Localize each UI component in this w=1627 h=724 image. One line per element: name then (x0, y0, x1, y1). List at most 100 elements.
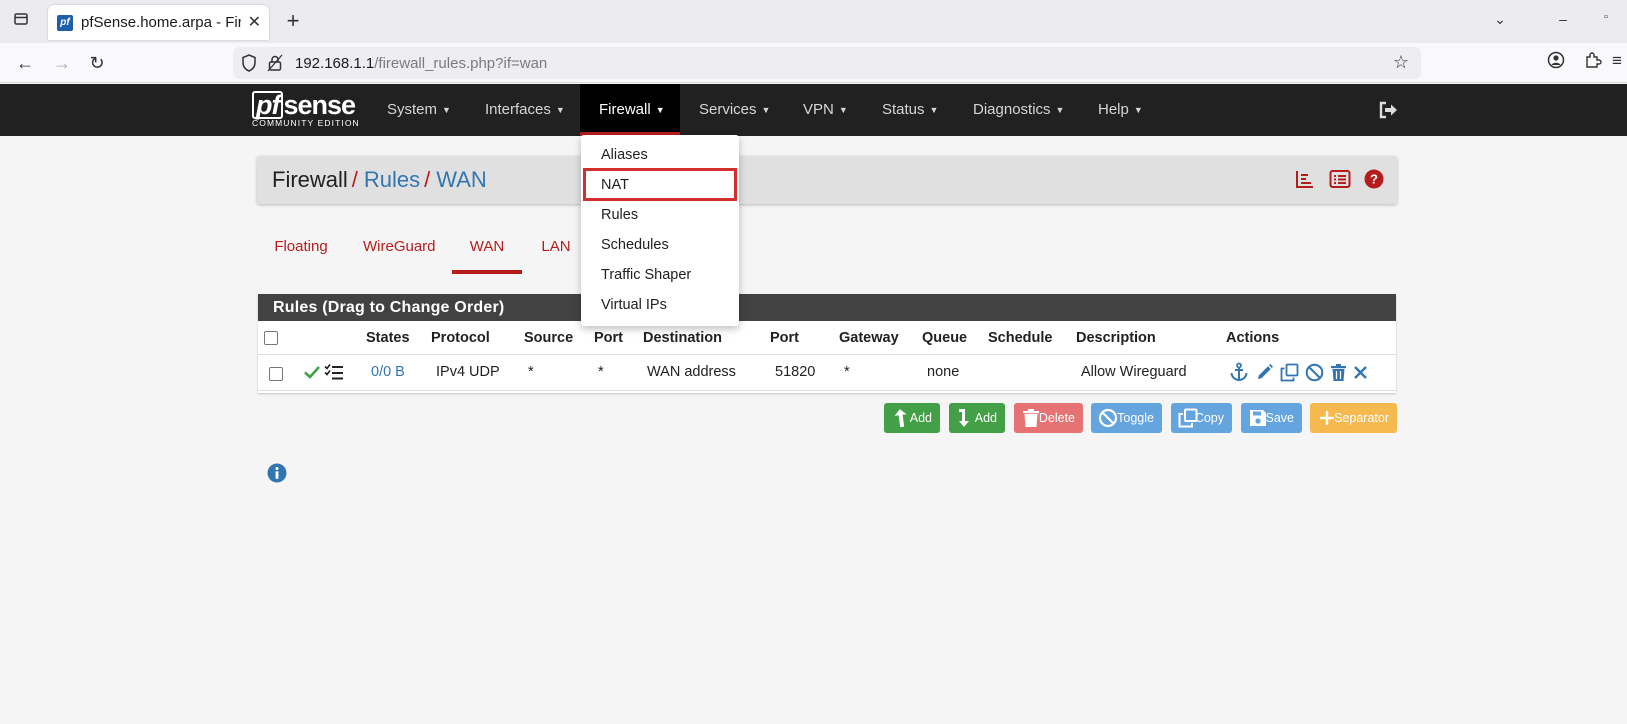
arrow-down-turn-icon (956, 408, 976, 428)
caret-down-icon: ▼ (555, 105, 565, 115)
menu-interfaces[interactable]: Interfaces ▼ (485, 84, 565, 136)
breadcrumb-wan-link[interactable]: WAN (436, 167, 487, 192)
tab-floating[interactable]: Floating (273, 230, 329, 274)
menu-item-rules[interactable]: Rules (581, 200, 739, 230)
menu-label: Firewall (599, 101, 651, 118)
pass-check-icon[interactable] (303, 364, 321, 384)
page-title: Firewall / Rules / WAN (272, 167, 487, 193)
menu-item-virtual-ips[interactable]: Virtual IPs (581, 290, 739, 320)
row-select-checkbox[interactable] (269, 367, 283, 381)
logout-icon[interactable] (1377, 99, 1399, 121)
bookmark-star-icon[interactable]: ☆ (1393, 52, 1409, 73)
column-header-protocol[interactable]: Protocol (431, 330, 490, 346)
menu-services[interactable]: Services ▼ (699, 84, 770, 136)
table-header: States Protocol Source Port Destination … (258, 321, 1396, 355)
logo-edition: COMMUNITY EDITION (252, 118, 360, 128)
caret-down-icon: ▼ (655, 105, 665, 115)
table-row[interactable]: 0/0 B IPv4 UDP * * WAN address 51820 * n… (258, 355, 1396, 391)
back-arrow-icon[interactable]: ← (13, 51, 37, 75)
description-cell: Allow Wireguard (1081, 364, 1187, 380)
menu-diagnostics[interactable]: Diagnostics ▼ (973, 84, 1064, 136)
add-bottom-label: Add (974, 411, 997, 425)
svg-text:?: ? (1370, 172, 1378, 187)
account-icon[interactable] (1545, 51, 1567, 74)
edit-pencil-icon[interactable] (1255, 363, 1274, 386)
browser-tab-active[interactable]: pf pfSense.home.arpa - Firewall: Rules: … (48, 5, 269, 40)
menu-system[interactable]: System ▼ (387, 84, 451, 136)
url-text[interactable]: 192.168.1.1/firewall_rules.php?if=wan (295, 55, 547, 72)
menu-label: VPN (803, 101, 834, 118)
menu-help[interactable]: Help ▼ (1098, 84, 1143, 136)
breadcrumb: Firewall / Rules / WAN ? (257, 156, 1397, 204)
add-top-button[interactable]: Add (884, 403, 940, 433)
address-bar[interactable]: 192.168.1.1/firewall_rules.php?if=wan ☆ (233, 47, 1421, 79)
tab-lan[interactable]: LAN (540, 230, 572, 274)
column-header-gateway[interactable]: Gateway (839, 330, 899, 346)
arrow-up-turn-icon (891, 408, 911, 428)
app-menu-icon[interactable]: ≡ (1606, 51, 1627, 71)
forward-arrow-icon[interactable]: → (50, 51, 74, 75)
select-all-checkbox[interactable] (264, 331, 278, 345)
breadcrumb-actions: ? (1286, 169, 1384, 191)
column-header-states[interactable]: States (366, 330, 410, 346)
source-cell: * (528, 364, 534, 380)
pfsense-favicon-icon: pf (57, 15, 73, 31)
column-header-source-port[interactable]: Port (594, 330, 623, 346)
tasks-list-icon[interactable] (324, 363, 344, 385)
column-header-source[interactable]: Source (524, 330, 573, 346)
gateway-cell: * (844, 364, 850, 380)
tab-close-icon[interactable]: ✕ (248, 12, 261, 32)
clone-icon[interactable] (1280, 363, 1299, 386)
caret-down-icon: ▼ (1133, 105, 1143, 115)
column-header-schedule[interactable]: Schedule (988, 330, 1052, 346)
toggle-button[interactable]: Toggle (1091, 403, 1162, 433)
reload-icon[interactable]: ↻ (85, 51, 109, 75)
menu-item-traffic-shaper[interactable]: Traffic Shaper (581, 260, 739, 290)
delete-x-icon[interactable] (1353, 364, 1368, 385)
menu-vpn[interactable]: VPN ▼ (803, 84, 848, 136)
list-icon[interactable] (1329, 169, 1351, 194)
copy-button[interactable]: Copy (1171, 403, 1232, 433)
info-icon[interactable] (267, 463, 287, 483)
menu-item-schedules[interactable]: Schedules (581, 230, 739, 260)
column-header-queue[interactable]: Queue (922, 330, 967, 346)
logo-sense: sense (283, 90, 356, 120)
queue-cell: none (927, 364, 960, 380)
states-link[interactable]: 0/0 B (371, 364, 405, 380)
delete-button[interactable]: Delete (1014, 403, 1083, 433)
maximize-icon[interactable]: ▫ (1596, 11, 1616, 23)
menu-status[interactable]: Status ▼ (882, 84, 938, 136)
tab-wireguard[interactable]: WireGuard (363, 230, 436, 274)
breadcrumb-rules-link[interactable]: Rules (364, 167, 420, 192)
chart-icon[interactable] (1295, 169, 1315, 194)
menu-label: Status (882, 101, 925, 118)
menu-label: Help (1098, 101, 1129, 118)
menu-item-aliases[interactable]: Aliases (581, 140, 739, 170)
tab-overflow-chevron-icon[interactable]: ⌄ (1490, 11, 1510, 28)
insecure-lock-icon[interactable] (267, 54, 283, 72)
help-icon[interactable]: ? (1364, 169, 1384, 194)
tab-title: pfSense.home.arpa - Firewall: Rules: WAN (81, 14, 241, 31)
shield-icon[interactable] (241, 54, 257, 72)
anchor-icon[interactable] (1229, 362, 1249, 386)
disable-ban-icon[interactable] (1305, 363, 1324, 386)
copy-label: Copy (1194, 411, 1224, 425)
column-header-description[interactable]: Description (1076, 330, 1156, 346)
add-bottom-button[interactable]: Add (949, 403, 1005, 433)
extensions-icon[interactable] (1582, 51, 1604, 74)
minimize-icon[interactable]: – (1553, 11, 1573, 27)
rules-panel-title: Rules (Drag to Change Order) (258, 294, 1396, 321)
tab-list-icon[interactable] (9, 11, 33, 33)
tab-wan[interactable]: WAN (452, 230, 522, 274)
url-path: /firewall_rules.php?if=wan (374, 55, 548, 72)
nat-highlight-box (583, 168, 737, 201)
column-header-dest-port[interactable]: Port (770, 330, 799, 346)
trash-icon[interactable] (1330, 363, 1347, 386)
new-tab-icon[interactable]: + (281, 8, 305, 34)
logo-pf-box: pf (252, 91, 284, 119)
separator-button[interactable]: Separator (1310, 403, 1397, 433)
save-button[interactable]: Save (1241, 403, 1302, 433)
menu-firewall[interactable]: Firewall ▼ (580, 84, 680, 136)
column-header-destination[interactable]: Destination (643, 330, 722, 346)
pfsense-logo[interactable]: pf sense COMMUNITY EDITION (252, 90, 362, 130)
